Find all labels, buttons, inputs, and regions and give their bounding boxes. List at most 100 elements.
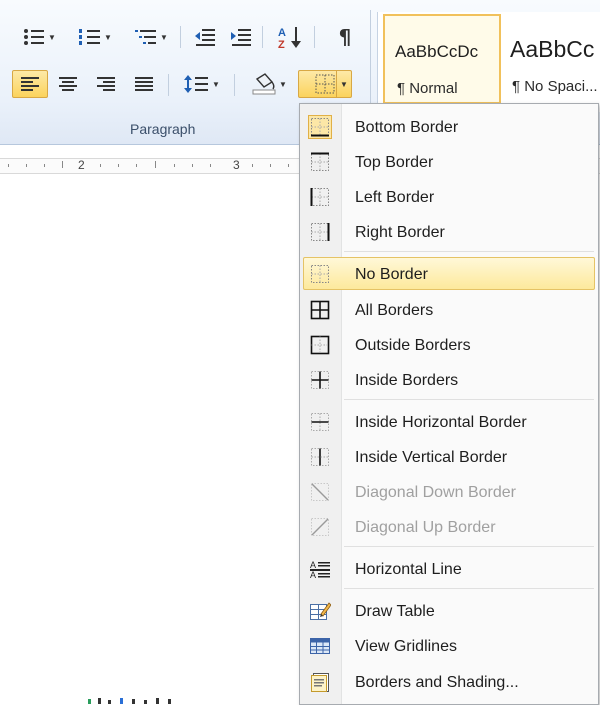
ruler-tick — [288, 164, 289, 167]
no-border-icon — [308, 262, 332, 286]
horizontal-line-icon: AA — [308, 557, 332, 581]
multilevel-list-icon — [135, 30, 157, 44]
line-spacing-icon — [184, 75, 209, 93]
menu-item-borders-and-shading[interactable]: Borders and Shading... — [303, 665, 595, 698]
menu-item-outside-borders[interactable]: Outside Borders — [303, 328, 595, 361]
borders-icon — [315, 74, 335, 94]
align-right-icon — [97, 77, 115, 91]
bullets-icon — [24, 29, 45, 45]
style-no-spacing[interactable]: AaBbCc ¶ No Spaci... — [504, 14, 600, 104]
ruler-tick — [270, 164, 271, 167]
justify-button[interactable] — [128, 70, 160, 98]
svg-text:Z: Z — [278, 39, 285, 49]
borders-dropdown-arrow[interactable]: ▼ — [336, 71, 351, 97]
menu-separator — [344, 251, 594, 252]
borders-shading-icon — [308, 670, 332, 694]
menu-item-label: Borders and Shading... — [355, 674, 519, 691]
menu-item-diagonal-up-border: Diagonal Up Border — [303, 510, 595, 543]
menu-item-label: Left Border — [355, 189, 435, 206]
menu-item-top-border[interactable]: Top Border — [303, 145, 595, 178]
chevron-down-icon: ▼ — [160, 32, 168, 42]
menu-item-right-border[interactable]: Right Border — [303, 215, 595, 248]
ruler-tick — [252, 164, 253, 167]
align-center-icon — [59, 77, 77, 91]
styles-gallery: AaBbCcDc ¶ Normal AaBbCc ¶ No Spaci... — [377, 12, 600, 112]
style-normal[interactable]: AaBbCcDc ¶ Normal — [383, 14, 501, 104]
menu-item-label: No Border — [355, 266, 428, 283]
increase-indent-button[interactable] — [226, 23, 256, 51]
document-page[interactable] — [0, 182, 299, 705]
menu-item-draw-table[interactable]: Draw Table — [303, 594, 595, 627]
right-border-icon — [308, 220, 332, 244]
diagonal-down-border-icon — [308, 480, 332, 504]
numbering-button[interactable]: ▼ — [70, 23, 120, 51]
chevron-down-icon: ▼ — [48, 32, 56, 42]
toolbar-separator — [262, 26, 263, 48]
paint-bucket-icon — [252, 73, 276, 95]
style-sample: AaBbCcDc — [395, 42, 479, 61]
menu-item-inside-vertical-border[interactable]: Inside Vertical Border — [303, 440, 595, 473]
menu-item-horizontal-line[interactable]: AA Horizontal Line — [303, 552, 595, 585]
toolbar-separator — [314, 26, 315, 48]
multilevel-list-button[interactable]: ▼ — [126, 23, 176, 51]
menu-item-bottom-border[interactable]: Bottom Border — [303, 110, 595, 143]
inside-horizontal-border-icon — [308, 410, 332, 434]
menu-item-label: Outside Borders — [355, 337, 471, 354]
menu-item-label: View Gridlines — [355, 638, 457, 655]
menu-item-no-border[interactable]: No Border — [303, 257, 595, 290]
bullets-button[interactable]: ▼ — [14, 23, 64, 51]
toolbar-separator — [180, 26, 181, 48]
svg-text:A: A — [310, 560, 316, 570]
align-right-button[interactable] — [90, 70, 122, 98]
sort-az-icon: A Z — [278, 27, 301, 49]
menu-item-label: Inside Borders — [355, 372, 459, 389]
menu-item-label: Top Border — [355, 154, 434, 171]
svg-text:A: A — [278, 27, 286, 39]
ruler-number: 2 — [78, 158, 85, 172]
menu-item-label: All Borders — [355, 302, 434, 319]
ruler-tick — [155, 161, 156, 168]
show-hide-button[interactable]: ¶ — [330, 23, 360, 51]
menu-item-label: Horizontal Line — [355, 561, 462, 578]
menu-item-inside-horizontal-border[interactable]: Inside Horizontal Border — [303, 405, 595, 438]
ruler-tick — [62, 161, 63, 168]
toolbar-separator — [234, 74, 235, 96]
chevron-down-icon: ▼ — [340, 79, 348, 89]
ruler-tick — [192, 164, 193, 167]
menu-item-view-gridlines[interactable]: View Gridlines — [303, 629, 595, 662]
numbering-icon — [79, 29, 101, 45]
ruler-tick — [210, 164, 211, 167]
decrease-indent-icon — [195, 29, 215, 46]
borders-button[interactable]: ▼ — [298, 70, 352, 98]
bottom-border-icon — [308, 115, 332, 139]
menu-item-label: Diagonal Up Border — [355, 519, 496, 536]
ruler-tick — [8, 164, 9, 167]
ruler-tick — [26, 164, 27, 167]
toolbar-separator — [168, 74, 169, 96]
decrease-indent-button[interactable] — [190, 23, 220, 51]
ruler-tick — [44, 164, 45, 167]
align-left-button[interactable] — [12, 70, 48, 98]
align-left-icon — [21, 77, 39, 91]
menu-item-all-borders[interactable]: All Borders — [303, 293, 595, 326]
style-name: ¶ No Spaci... — [512, 78, 598, 95]
menu-item-diagonal-down-border: Diagonal Down Border — [303, 475, 595, 508]
menu-item-label: Right Border — [355, 224, 445, 241]
borders-dropdown-menu: Bottom Border Top Border Left Border Rig… — [299, 103, 599, 705]
line-spacing-button[interactable]: ▼ — [178, 70, 226, 98]
ruler-tick — [136, 164, 137, 167]
ruler-number: 3 — [233, 158, 240, 172]
pilcrow-icon: ¶ — [338, 25, 352, 49]
align-center-button[interactable] — [52, 70, 84, 98]
inside-vertical-border-icon — [308, 445, 332, 469]
shading-button[interactable]: ▼ — [244, 70, 294, 98]
menu-item-left-border[interactable]: Left Border — [303, 180, 595, 213]
menu-item-label: Bottom Border — [355, 119, 459, 136]
sort-button[interactable]: A Z — [272, 23, 308, 51]
menu-item-label: Inside Vertical Border — [355, 449, 508, 466]
outside-borders-icon — [308, 333, 332, 357]
diagonal-up-border-icon — [308, 515, 332, 539]
menu-separator — [344, 399, 594, 400]
menu-item-inside-borders[interactable]: Inside Borders — [303, 363, 595, 396]
chevron-down-icon: ▼ — [212, 79, 220, 89]
